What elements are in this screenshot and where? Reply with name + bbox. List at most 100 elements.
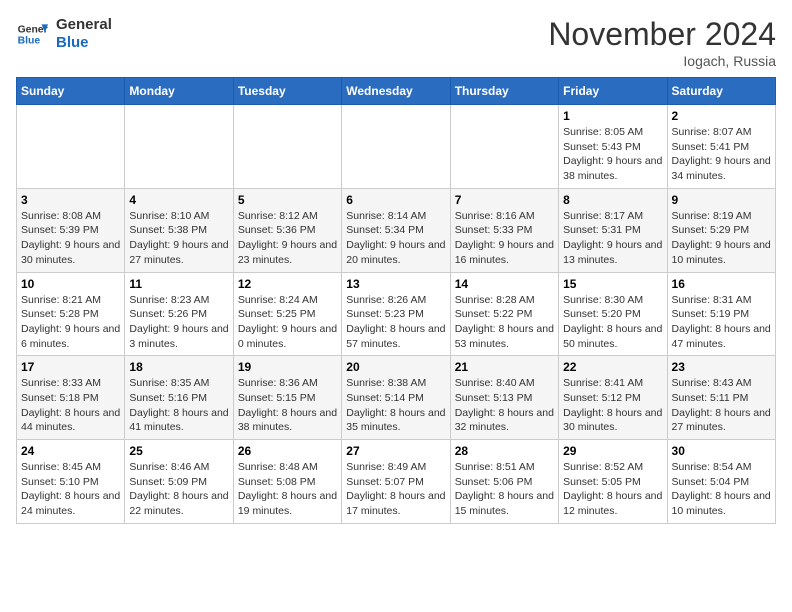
calendar-cell: 7Sunrise: 8:16 AMSunset: 5:33 PMDaylight… [450,188,558,272]
day-info: Sunrise: 8:23 AMSunset: 5:26 PMDaylight:… [129,293,228,352]
day-info: Sunrise: 8:54 AMSunset: 5:04 PMDaylight:… [672,460,771,519]
calendar-cell: 26Sunrise: 8:48 AMSunset: 5:08 PMDayligh… [233,440,341,524]
day-number: 10 [21,277,120,291]
calendar-header-wednesday: Wednesday [342,78,450,105]
calendar-cell: 19 Sunrise: 8:36 AMSunset: 5:15 PMDayligh… [233,356,341,440]
calendar-cell: 10 Sunrise: 8:21 AMSunset: 5:28 PMDayligh… [17,272,125,356]
calendar-header-friday: Friday [559,78,667,105]
calendar-week-row: 1Sunrise: 8:05 AMSunset: 5:43 PMDaylight… [17,105,776,189]
day-number: 26 [238,444,337,458]
day-info: Sunrise: 8:35 AMSunset: 5:16 PMDaylight:… [129,376,228,435]
calendar-week-row: 10 Sunrise: 8:21 AMSunset: 5:28 PMDayligh… [17,272,776,356]
day-number: 19 [238,360,337,374]
logo-icon: General Blue [16,18,48,50]
day-number: 17 [21,360,120,374]
calendar-cell [342,105,450,189]
calendar-week-row: 3Sunrise: 8:08 AMSunset: 5:39 PMDaylight… [17,188,776,272]
day-number: 14 [455,277,554,291]
calendar-header-thursday: Thursday [450,78,558,105]
day-info: Sunrise: 8:28 AMSunset: 5:22 PMDaylight:… [455,293,554,352]
calendar-cell: 28 Sunrise: 8:51 AMSunset: 5:06 PMDayligh… [450,440,558,524]
day-info: Sunrise: 8:49 AMSunset: 5:07 PMDaylight:… [346,460,445,519]
calendar-cell: 27Sunrise: 8:49 AMSunset: 5:07 PMDayligh… [342,440,450,524]
logo-general: General [56,16,112,34]
calendar-cell: 29 Sunrise: 8:52 AMSunset: 5:05 PMDayligh… [559,440,667,524]
day-info: Sunrise: 8:52 AMSunset: 5:05 PMDaylight:… [563,460,662,519]
day-info: Sunrise: 8:38 AMSunset: 5:14 PMDaylight:… [346,376,445,435]
calendar-cell [125,105,233,189]
calendar-cell [17,105,125,189]
day-number: 13 [346,277,445,291]
calendar-cell: 24 Sunrise: 8:45 AMSunset: 5:10 PMDayligh… [17,440,125,524]
calendar-cell: 11Sunrise: 8:23 AMSunset: 5:26 PMDayligh… [125,272,233,356]
calendar-cell [233,105,341,189]
day-number: 22 [563,360,662,374]
calendar-cell: 15Sunrise: 8:30 AMSunset: 5:20 PMDayligh… [559,272,667,356]
day-number: 30 [672,444,771,458]
calendar-header-sunday: Sunday [17,78,125,105]
calendar-table: SundayMondayTuesdayWednesdayThursdayFrid… [16,77,776,524]
calendar-cell [450,105,558,189]
calendar-cell: 8 Sunrise: 8:17 AMSunset: 5:31 PMDaylight… [559,188,667,272]
calendar-cell: 20 Sunrise: 8:38 AMSunset: 5:14 PMDayligh… [342,356,450,440]
day-number: 6 [346,193,445,207]
day-number: 5 [238,193,337,207]
day-info: Sunrise: 8:41 AMSunset: 5:12 PMDaylight:… [563,376,662,435]
calendar-cell: 3Sunrise: 8:08 AMSunset: 5:39 PMDaylight… [17,188,125,272]
day-number: 4 [129,193,228,207]
calendar-week-row: 17 Sunrise: 8:33 AMSunset: 5:18 PMDayligh… [17,356,776,440]
calendar-header-saturday: Saturday [667,78,775,105]
calendar-cell: 5Sunrise: 8:12 AMSunset: 5:36 PMDaylight… [233,188,341,272]
day-info: Sunrise: 8:24 AMSunset: 5:25 PMDaylight:… [238,293,337,352]
month-title: November 2024 [548,16,776,53]
calendar-cell: 14 Sunrise: 8:28 AMSunset: 5:22 PMDayligh… [450,272,558,356]
day-info: Sunrise: 8:43 AMSunset: 5:11 PMDaylight:… [672,376,771,435]
day-number: 2 [672,109,771,123]
calendar-cell: 12Sunrise: 8:24 AMSunset: 5:25 PMDayligh… [233,272,341,356]
location: Iogach, Russia [548,53,776,69]
calendar-cell: 9 Sunrise: 8:19 AMSunset: 5:29 PMDaylight… [667,188,775,272]
title-area: November 2024 Iogach, Russia [548,16,776,69]
day-number: 29 [563,444,662,458]
day-info: Sunrise: 8:21 AMSunset: 5:28 PMDaylight:… [21,293,120,352]
logo-blue: Blue [56,34,112,52]
day-info: Sunrise: 8:16 AMSunset: 5:33 PMDaylight:… [455,209,554,268]
day-info: Sunrise: 8:10 AMSunset: 5:38 PMDaylight:… [129,209,228,268]
day-info: Sunrise: 8:46 AMSunset: 5:09 PMDaylight:… [129,460,228,519]
day-number: 28 [455,444,554,458]
day-info: Sunrise: 8:19 AMSunset: 5:29 PMDaylight:… [672,209,771,268]
day-info: Sunrise: 8:14 AMSunset: 5:34 PMDaylight:… [346,209,445,268]
calendar-cell: 30 Sunrise: 8:54 AMSunset: 5:04 PMDayligh… [667,440,775,524]
day-number: 9 [672,193,771,207]
day-info: Sunrise: 8:40 AMSunset: 5:13 PMDaylight:… [455,376,554,435]
day-info: Sunrise: 8:33 AMSunset: 5:18 PMDaylight:… [21,376,120,435]
logo: General Blue General Blue [16,16,112,52]
day-number: 18 [129,360,228,374]
day-info: Sunrise: 8:45 AMSunset: 5:10 PMDaylight:… [21,460,120,519]
calendar-cell: 25Sunrise: 8:46 AMSunset: 5:09 PMDayligh… [125,440,233,524]
calendar-header-tuesday: Tuesday [233,78,341,105]
calendar-header-row: SundayMondayTuesdayWednesdayThursdayFrid… [17,78,776,105]
calendar-cell: 16Sunrise: 8:31 AMSunset: 5:19 PMDayligh… [667,272,775,356]
day-number: 15 [563,277,662,291]
day-info: Sunrise: 8:36 AMSunset: 5:15 PMDaylight:… [238,376,337,435]
day-info: Sunrise: 8:08 AMSunset: 5:39 PMDaylight:… [21,209,120,268]
calendar-cell: 23Sunrise: 8:43 AMSunset: 5:11 PMDayligh… [667,356,775,440]
day-number: 16 [672,277,771,291]
calendar-header-monday: Monday [125,78,233,105]
calendar-cell: 1Sunrise: 8:05 AMSunset: 5:43 PMDaylight… [559,105,667,189]
svg-text:Blue: Blue [18,36,41,47]
day-number: 8 [563,193,662,207]
day-number: 21 [455,360,554,374]
calendar-cell: 21 Sunrise: 8:40 AMSunset: 5:13 PMDayligh… [450,356,558,440]
day-info: Sunrise: 8:26 AMSunset: 5:23 PMDaylight:… [346,293,445,352]
calendar-cell: 13 Sunrise: 8:26 AMSunset: 5:23 PMDayligh… [342,272,450,356]
calendar-cell: 6 Sunrise: 8:14 AMSunset: 5:34 PMDaylight… [342,188,450,272]
day-info: Sunrise: 8:17 AMSunset: 5:31 PMDaylight:… [563,209,662,268]
page-header: General Blue General Blue November 2024 … [16,16,776,69]
day-info: Sunrise: 8:51 AMSunset: 5:06 PMDaylight:… [455,460,554,519]
calendar-week-row: 24 Sunrise: 8:45 AMSunset: 5:10 PMDayligh… [17,440,776,524]
day-number: 20 [346,360,445,374]
calendar-cell: 4 Sunrise: 8:10 AMSunset: 5:38 PMDaylight… [125,188,233,272]
day-number: 24 [21,444,120,458]
